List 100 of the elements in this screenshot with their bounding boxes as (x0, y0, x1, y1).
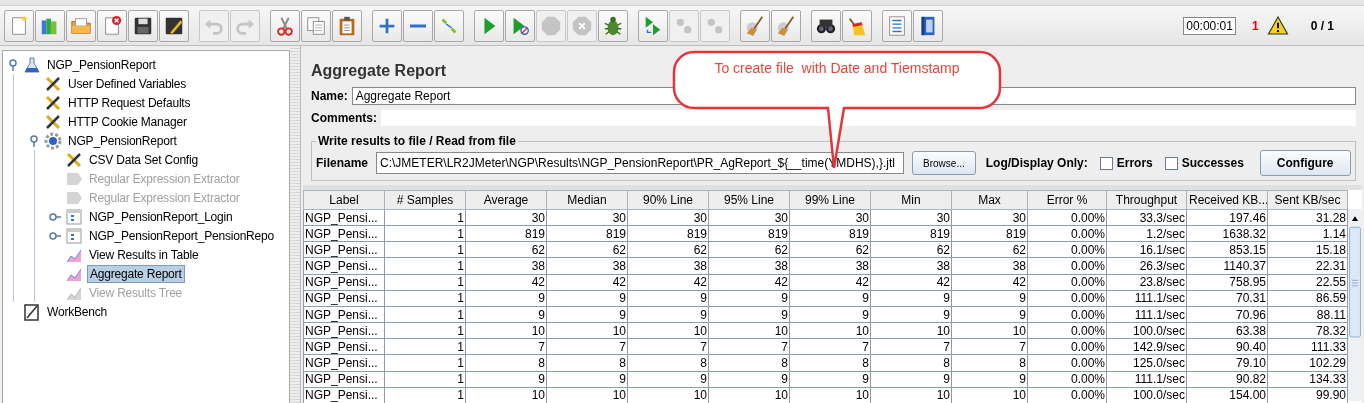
column-header[interactable]: Received KB... (1186, 190, 1268, 210)
table-cell: 10 (708, 322, 790, 339)
log-display-label: Log/Display Only: (985, 156, 1088, 170)
column-header[interactable]: Average (465, 190, 547, 210)
list-icon (886, 14, 908, 37)
table-cell: 9 (708, 306, 790, 323)
table-cell: 758.95 (1186, 274, 1268, 291)
table-cell: 9 (546, 371, 628, 388)
comments-field[interactable] (381, 110, 1356, 126)
column-header[interactable]: Min (870, 190, 952, 210)
table-cell: 102.29 (1267, 354, 1348, 372)
tree-item[interactable]: WorkBench (45, 303, 109, 320)
table-cell: 0.00% (1027, 209, 1107, 226)
table-cell: 1 (384, 354, 466, 372)
table-cell: 30 (627, 209, 709, 226)
table-cell: 22.31 (1267, 257, 1348, 275)
table-cell: 38 (789, 257, 871, 275)
checkbox[interactable] (1099, 156, 1113, 170)
table-cell: 9 (465, 306, 547, 323)
table-cell: NGP_Pensi... (303, 257, 385, 275)
splitter-handle[interactable] (290, 46, 301, 403)
table-cell: 10 (789, 322, 871, 339)
tree-toggle-handle[interactable] (49, 210, 61, 223)
table-cell: 8 (789, 354, 871, 372)
tree-toggle-handle[interactable] (49, 229, 61, 242)
table-cell: 8 (951, 354, 1028, 372)
table-cell: 38 (546, 257, 628, 275)
column-header[interactable]: Max (951, 190, 1028, 210)
table-cell: NGP_Pensi... (303, 241, 385, 258)
table-cell: 1.2/sec (1106, 225, 1187, 242)
tree-item[interactable]: NGP_PensionReport (45, 56, 158, 73)
table-cell: 62 (789, 241, 871, 258)
configure-button[interactable]: Configure (1259, 150, 1351, 176)
column-header[interactable]: # Samples (384, 190, 466, 210)
column-header[interactable]: 90% Line (627, 190, 709, 210)
checkbox[interactable] (1164, 156, 1178, 170)
table-cell: 142.9/sec (1106, 338, 1187, 355)
table-cell: 70.96 (1186, 306, 1268, 323)
table-cell: 0.00% (1027, 306, 1107, 323)
tree-toggle-handle[interactable] (7, 58, 19, 71)
table-cell: 42 (627, 274, 709, 291)
column-header[interactable]: Median (546, 190, 628, 210)
table-cell: 62 (465, 241, 547, 258)
tree-item[interactable]: CSV Data Set Config (87, 151, 200, 168)
column-header[interactable]: Label (303, 190, 385, 210)
shutdown-icon (571, 14, 593, 37)
table-cell: 100.0/sec (1106, 322, 1187, 339)
table-cell: 8 (870, 354, 952, 372)
browse-button[interactable]: Browse... (912, 151, 976, 175)
broom-icon (744, 14, 766, 37)
table-cell: 10 (951, 322, 1028, 339)
toolbar-button[interactable] (913, 9, 943, 42)
panel-title: Aggregate Report (310, 61, 448, 81)
table-cell: 7 (465, 338, 547, 355)
bug-icon (602, 14, 624, 37)
table-cell: 9 (789, 306, 871, 323)
warning-icon[interactable] (1266, 16, 1289, 35)
table-cell: NGP_Pensi... (303, 225, 385, 242)
table-cell: 30 (789, 209, 871, 226)
table-cell: 42 (870, 274, 952, 291)
tree-item[interactable]: User Defined Variables (66, 75, 189, 92)
column-header[interactable]: 99% Line (789, 190, 871, 210)
table-cell: 62 (951, 241, 1028, 258)
tree-item[interactable]: NGP_PensionReport_Login (87, 208, 235, 225)
table-cell: NGP_Pensi... (303, 338, 385, 355)
table-cell: 1 (384, 257, 466, 275)
column-header[interactable]: Error % (1027, 190, 1107, 210)
table-cell: 78.32 (1267, 322, 1348, 339)
table-cell: 0.00% (1027, 354, 1107, 372)
column-header[interactable]: Throughput (1106, 190, 1187, 210)
table-cell: 38 (870, 257, 952, 275)
elapsed-time: 00:00:01 (1183, 16, 1236, 35)
table-cell: 86.59 (1267, 290, 1348, 307)
tree-item[interactable]: HTTP Request Defaults (66, 94, 193, 111)
column-header[interactable]: 95% Line (708, 190, 790, 210)
document-icon (65, 226, 83, 245)
tree-item[interactable]: NGP_PensionReport_PensionRepo (87, 227, 276, 244)
table-cell: 63.38 (1186, 322, 1268, 339)
tree-item[interactable]: View Results in Table (87, 246, 201, 263)
wrench-icon (65, 150, 83, 169)
table-cell: 9 (708, 290, 790, 307)
table-cell: 819 (627, 225, 709, 242)
tree-toggle-handle[interactable] (28, 134, 40, 147)
scrollbar[interactable] (1348, 209, 1362, 401)
column-header[interactable]: Sent KB/sec (1267, 190, 1348, 210)
toolbar-button[interactable] (811, 9, 841, 42)
table-cell: 26.3/sec (1106, 257, 1187, 275)
table-cell: 9 (627, 306, 709, 323)
table-cell: 9 (627, 371, 709, 388)
filename-label: Filename (316, 156, 369, 170)
table-cell: 62 (708, 241, 790, 258)
table-cell: 0.00% (1027, 371, 1107, 388)
tree-item[interactable]: NGP_PensionReport (66, 132, 179, 149)
tree-item[interactable]: HTTP Cookie Manager (66, 113, 189, 130)
toolbar-button[interactable] (159, 9, 189, 42)
table-cell: 1638.32 (1186, 225, 1268, 242)
toolbar-button[interactable] (128, 9, 158, 42)
table-cell: 819 (951, 225, 1028, 242)
table-cell: NGP_Pensi... (303, 209, 385, 226)
tree-item[interactable]: Aggregate Report (87, 264, 185, 283)
